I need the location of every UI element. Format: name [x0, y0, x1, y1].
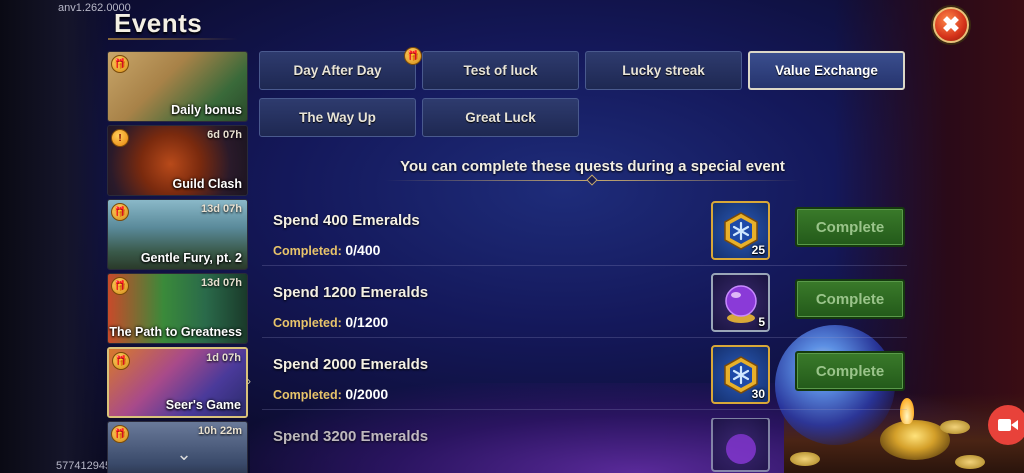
- close-button[interactable]: ✖: [933, 7, 969, 43]
- quest-divider: [262, 265, 907, 266]
- sidebar-item-label: Seer's Game: [165, 398, 241, 412]
- tab-great-luck[interactable]: Great Luck: [422, 98, 579, 137]
- complete-button-label: Complete: [815, 362, 885, 380]
- complete-button[interactable]: Complete: [795, 207, 905, 247]
- quest-progress: Completed: 0/1200: [273, 314, 388, 330]
- progress-label: Completed:: [273, 316, 342, 330]
- tab-label: The Way Up: [299, 110, 376, 125]
- subtitle-diamond-ornament: [586, 174, 598, 186]
- sidebar-item-path-to-greatness[interactable]: 🎁 13d 07h The Path to Greatness: [107, 273, 248, 344]
- reward-item[interactable]: [711, 418, 770, 472]
- gift-badge-icon: 🎁: [404, 47, 422, 65]
- sidebar-item-gentle-fury[interactable]: 🎁 13d 07h Gentle Fury, pt. 2: [107, 199, 248, 270]
- reward-item[interactable]: 30: [711, 345, 770, 404]
- progress-label: Completed:: [273, 244, 342, 258]
- gold-coin-decoration: [940, 420, 970, 434]
- reward-item[interactable]: 5: [711, 273, 770, 332]
- complete-button-label: Complete: [815, 218, 885, 236]
- quest-title: Spend 400 Emeralds: [273, 212, 420, 229]
- sidebar-item-seers-game[interactable]: 🎁 1d 07h Seer's Game: [107, 347, 248, 418]
- progress-label: Completed:: [273, 388, 342, 402]
- gift-badge-icon: 🎁: [112, 352, 130, 370]
- title-underline: [108, 38, 238, 40]
- page-title: Events: [114, 8, 203, 38]
- sidebar-item-label: Gentle Fury, pt. 2: [140, 251, 242, 265]
- quest-row: Spend 3200 Emeralds: [262, 418, 907, 473]
- tab-label: Great Luck: [465, 110, 536, 125]
- gift-badge-icon: 🎁: [111, 277, 129, 295]
- chevron-right-icon: ›: [247, 374, 251, 388]
- tab-lucky-streak[interactable]: Lucky streak: [585, 51, 742, 90]
- event-timer: 13d 07h: [201, 203, 242, 215]
- complete-button-label: Complete: [815, 290, 885, 308]
- tab-label: Lucky streak: [622, 63, 705, 78]
- sidebar-item-daily-bonus[interactable]: 🎁 Daily bonus: [107, 51, 248, 122]
- gift-badge-icon: 🎁: [111, 425, 129, 443]
- progress-value: 0/400: [345, 242, 381, 258]
- crystal-ball-icon: [724, 284, 757, 323]
- alert-badge-icon: !: [111, 129, 129, 147]
- progress-value: 0/2000: [345, 386, 389, 402]
- sidebar-item-label: The Path to Greatness: [109, 325, 242, 339]
- chevron-down-icon[interactable]: ⌄: [172, 445, 196, 463]
- left-curtain-background: [0, 0, 110, 473]
- progress-value: 0/1200: [345, 314, 389, 330]
- sidebar-item-guild-clash[interactable]: ! 6d 07h Guild Clash: [107, 125, 248, 196]
- quest-progress: Completed: 0/2000: [273, 386, 388, 402]
- player-id-label: 577412945: [56, 460, 112, 472]
- event-timer: 13d 07h: [201, 277, 242, 289]
- reward-count: 25: [751, 243, 765, 257]
- quest-divider: [262, 409, 907, 410]
- tab-day-after-day[interactable]: Day After Day: [259, 51, 416, 90]
- quest-title: Spend 2000 Emeralds: [273, 356, 429, 373]
- reward-item[interactable]: 25: [711, 201, 770, 260]
- quests-subtitle: You can complete these quests during a s…: [400, 158, 785, 175]
- screen-record-icon: [998, 419, 1018, 431]
- tab-label: Value Exchange: [775, 63, 878, 78]
- quest-progress: Completed: 0/400: [273, 242, 380, 258]
- complete-button[interactable]: Complete: [795, 279, 905, 319]
- sidebar-item-label: Guild Clash: [172, 177, 242, 191]
- tab-test-of-luck[interactable]: Test of luck: [422, 51, 579, 90]
- quest-divider: [262, 337, 907, 338]
- tab-label: Test of luck: [463, 63, 538, 78]
- quest-title: Spend 1200 Emeralds: [273, 284, 429, 301]
- crystal-ball-icon: [725, 433, 756, 464]
- quest-row: Spend 1200 Emeralds Completed: 0/1200 5 …: [262, 273, 907, 344]
- sidebar-item-label: Daily bonus: [171, 103, 242, 117]
- events-sidebar[interactable]: 🎁 Daily bonus ! 6d 07h Guild Clash 🎁 13d…: [107, 51, 248, 473]
- event-timer: 10h 22m: [197, 425, 242, 437]
- gift-badge-icon: 🎁: [111, 55, 129, 73]
- gold-coin-decoration: [955, 455, 985, 469]
- tab-label: Day After Day: [293, 63, 382, 78]
- reward-count: 30: [751, 387, 765, 401]
- reward-count: 5: [758, 315, 765, 329]
- quest-row: Spend 2000 Emeralds Completed: 0/2000 30…: [262, 345, 907, 416]
- event-timer: 6d 07h: [207, 129, 242, 141]
- tab-the-way-up[interactable]: The Way Up: [259, 98, 416, 137]
- screen-record-button[interactable]: [988, 405, 1024, 445]
- tab-value-exchange[interactable]: Value Exchange: [748, 51, 905, 90]
- event-timer: 1d 07h: [206, 352, 241, 364]
- gift-badge-icon: 🎁: [111, 203, 129, 221]
- quest-title: Spend 3200 Emeralds: [273, 428, 429, 445]
- complete-button[interactable]: Complete: [795, 351, 905, 391]
- close-icon: ✖: [941, 12, 961, 37]
- quest-row: Spend 400 Emeralds Completed: 0/400 25 C…: [262, 201, 907, 272]
